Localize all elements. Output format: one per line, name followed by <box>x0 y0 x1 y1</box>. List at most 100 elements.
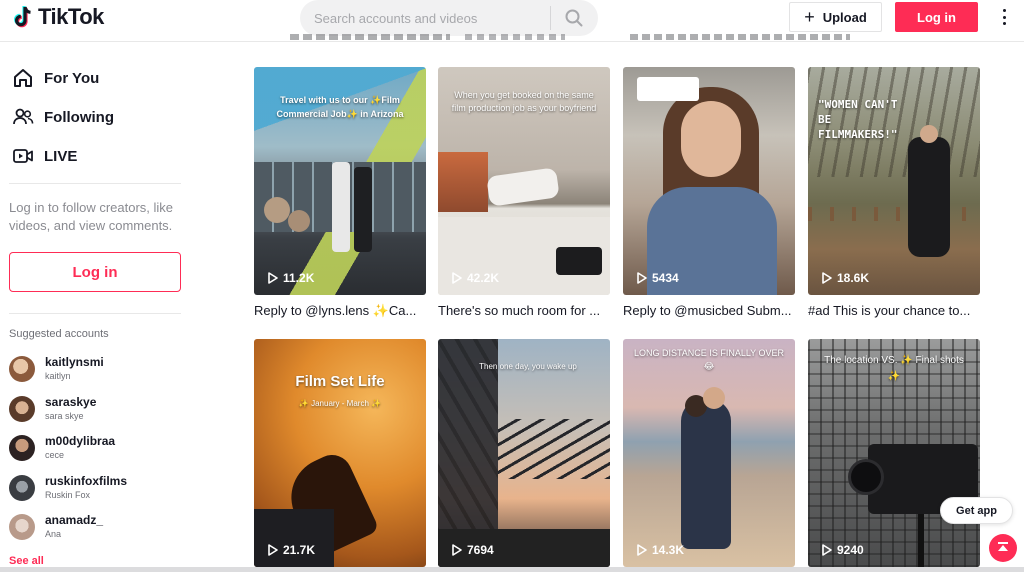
video-thumbnail[interactable]: When you get booked on the same film pro… <box>438 67 610 295</box>
view-count-value: 9240 <box>837 543 864 557</box>
video-overlay-subtext: ✨ January - March ✨ <box>298 399 382 408</box>
avatar <box>9 514 35 540</box>
view-count: 18.6K <box>822 271 869 285</box>
avatar <box>9 435 35 461</box>
view-count-value: 18.6K <box>837 271 870 285</box>
video-card[interactable]: Film Set Life ✨ January - March ✨ 21.7K <box>254 339 426 567</box>
account-name: sara skye <box>45 411 84 421</box>
home-icon <box>14 69 32 87</box>
video-overlay-text: Film Set Life <box>295 373 385 390</box>
video-overlay-text: Then one day, you wake up <box>479 362 577 371</box>
account-name: Ana <box>45 529 62 539</box>
view-count: 5434 <box>637 271 679 285</box>
view-count-value: 5434 <box>652 271 679 285</box>
header-login-button[interactable]: Log in <box>895 2 978 32</box>
back-to-top-button[interactable] <box>989 534 1017 562</box>
view-count: 14.3K <box>637 543 684 557</box>
clipped-previous-caption <box>290 34 450 42</box>
nav-live[interactable]: LIVE <box>12 145 77 167</box>
nav-following[interactable]: Following <box>12 106 114 128</box>
nav-label: For You <box>44 69 100 87</box>
suggested-account[interactable]: m00dylibraa cece <box>9 431 185 465</box>
suggested-account[interactable]: saraskye sara skye <box>9 392 185 426</box>
video-overlay-text: When you get booked on the same film pro… <box>451 90 597 113</box>
video-card[interactable]: "WOMEN CAN'T BE FILMMAKERS!" 18.6K #ad T… <box>808 67 980 318</box>
arrow-up-icon <box>998 542 1008 551</box>
video-caption[interactable]: There's so much room for ... <box>438 303 610 318</box>
account-handle: anamadz_ <box>45 513 104 527</box>
bottom-scroll-edge <box>0 567 1024 572</box>
account-name: cece <box>45 450 65 460</box>
avatar <box>9 356 35 382</box>
see-all-link[interactable]: See all <box>9 555 44 567</box>
video-card[interactable]: Then one day, you wake up 7694 <box>438 339 610 567</box>
view-count-value: 7694 <box>467 543 494 557</box>
clipped-previous-caption <box>630 34 850 42</box>
search-icon <box>565 9 583 27</box>
video-caption[interactable]: Reply to @musicbed Subm... <box>623 303 795 318</box>
sidebar-divider <box>9 313 181 314</box>
avatar <box>9 396 35 422</box>
video-thumbnail[interactable]: The location VS. ✨ Final shots ✨ 9240 <box>808 339 980 567</box>
play-icon <box>637 272 647 284</box>
play-icon <box>637 544 647 556</box>
avatar <box>9 475 35 501</box>
view-count-value: 11.2K <box>283 271 315 285</box>
video-thumbnail[interactable]: 5434 <box>623 67 795 295</box>
video-overlay-text: Travel with us to our ✨Film Commercial J… <box>276 95 404 119</box>
account-name: Ruskin Fox <box>45 490 91 500</box>
upload-label: Upload <box>822 9 867 25</box>
suggested-account[interactable]: anamadz_ Ana <box>9 510 185 544</box>
upload-button[interactable]: + Upload <box>789 2 882 32</box>
video-thumbnail[interactable]: Then one day, you wake up 7694 <box>438 339 610 567</box>
play-icon <box>822 544 832 556</box>
video-card[interactable]: Travel with us to our ✨Film Commercial J… <box>254 67 426 319</box>
play-icon <box>268 544 278 556</box>
view-count: 7694 <box>452 543 494 557</box>
suggested-account[interactable]: ruskinfoxfilms Ruskin Fox <box>9 471 185 505</box>
sidebar-login-button[interactable]: Log in <box>9 252 181 292</box>
logo-text: TikTok <box>38 4 104 29</box>
suggested-accounts-title: Suggested accounts <box>9 328 109 340</box>
nav-label: Following <box>44 108 114 126</box>
video-overlay-text: LONG DISTANCE IS FINALLY OVER 😂 <box>633 348 785 371</box>
sidebar: For You Following LIVE Log in to follow … <box>0 43 196 572</box>
search-bar <box>300 0 598 36</box>
clipped-previous-caption <box>465 34 565 42</box>
login-prompt-text: Log in to follow creators, like videos, … <box>9 200 174 233</box>
play-icon <box>268 272 278 284</box>
view-count-value: 42.2K <box>467 271 500 285</box>
video-card[interactable]: The location VS. ✨ Final shots ✨ 9240 <box>808 339 980 567</box>
account-handle: ruskinfoxfilms <box>45 474 128 488</box>
view-count: 11.2K <box>268 271 314 285</box>
search-input[interactable] <box>300 0 550 36</box>
account-name: kaitlyn <box>45 371 71 381</box>
account-handle: saraskye <box>45 395 97 409</box>
video-thumbnail[interactable]: Travel with us to our ✨Film Commercial J… <box>254 67 426 295</box>
tiktok-logo[interactable]: TikTok <box>12 4 104 30</box>
account-handle: m00dylibraa <box>45 434 116 448</box>
video-caption[interactable]: #ad This is your chance to... <box>808 303 980 318</box>
nav-for-you[interactable]: For You <box>12 67 99 89</box>
play-icon <box>452 272 462 284</box>
video-thumbnail[interactable]: LONG DISTANCE IS FINALLY OVER 😂 14.3K <box>623 339 795 567</box>
video-card[interactable]: When you get booked on the same film pro… <box>438 67 610 318</box>
view-count: 21.7K <box>268 543 315 557</box>
play-icon <box>452 544 462 556</box>
search-button[interactable] <box>551 0 597 36</box>
video-card[interactable]: 5434 Reply to @musicbed Subm... <box>623 67 795 318</box>
view-count-value: 21.7K <box>283 543 316 557</box>
more-options-icon[interactable] <box>996 7 1012 27</box>
video-thumbnail[interactable]: Film Set Life ✨ January - March ✨ 21.7K <box>254 339 426 567</box>
suggested-account[interactable]: kaitlynsmi kaitlyn <box>9 352 185 386</box>
video-card[interactable]: LONG DISTANCE IS FINALLY OVER 😂 14.3K <box>623 339 795 567</box>
play-icon <box>822 272 832 284</box>
account-handle: kaitlynsmi <box>45 355 104 369</box>
video-caption[interactable]: Reply to @lyns.lens ✨Ca... <box>254 303 426 319</box>
sidebar-divider <box>9 183 181 184</box>
video-overlay-text: "WOMEN CAN'T BE FILMMAKERS!" <box>818 98 898 141</box>
video-thumbnail[interactable]: "WOMEN CAN'T BE FILMMAKERS!" 18.6K <box>808 67 980 295</box>
tiktok-logo-icon <box>14 6 31 28</box>
video-overlay-text: The location VS. ✨ Final shots ✨ <box>824 355 964 382</box>
get-app-button[interactable]: Get app <box>940 497 1013 524</box>
